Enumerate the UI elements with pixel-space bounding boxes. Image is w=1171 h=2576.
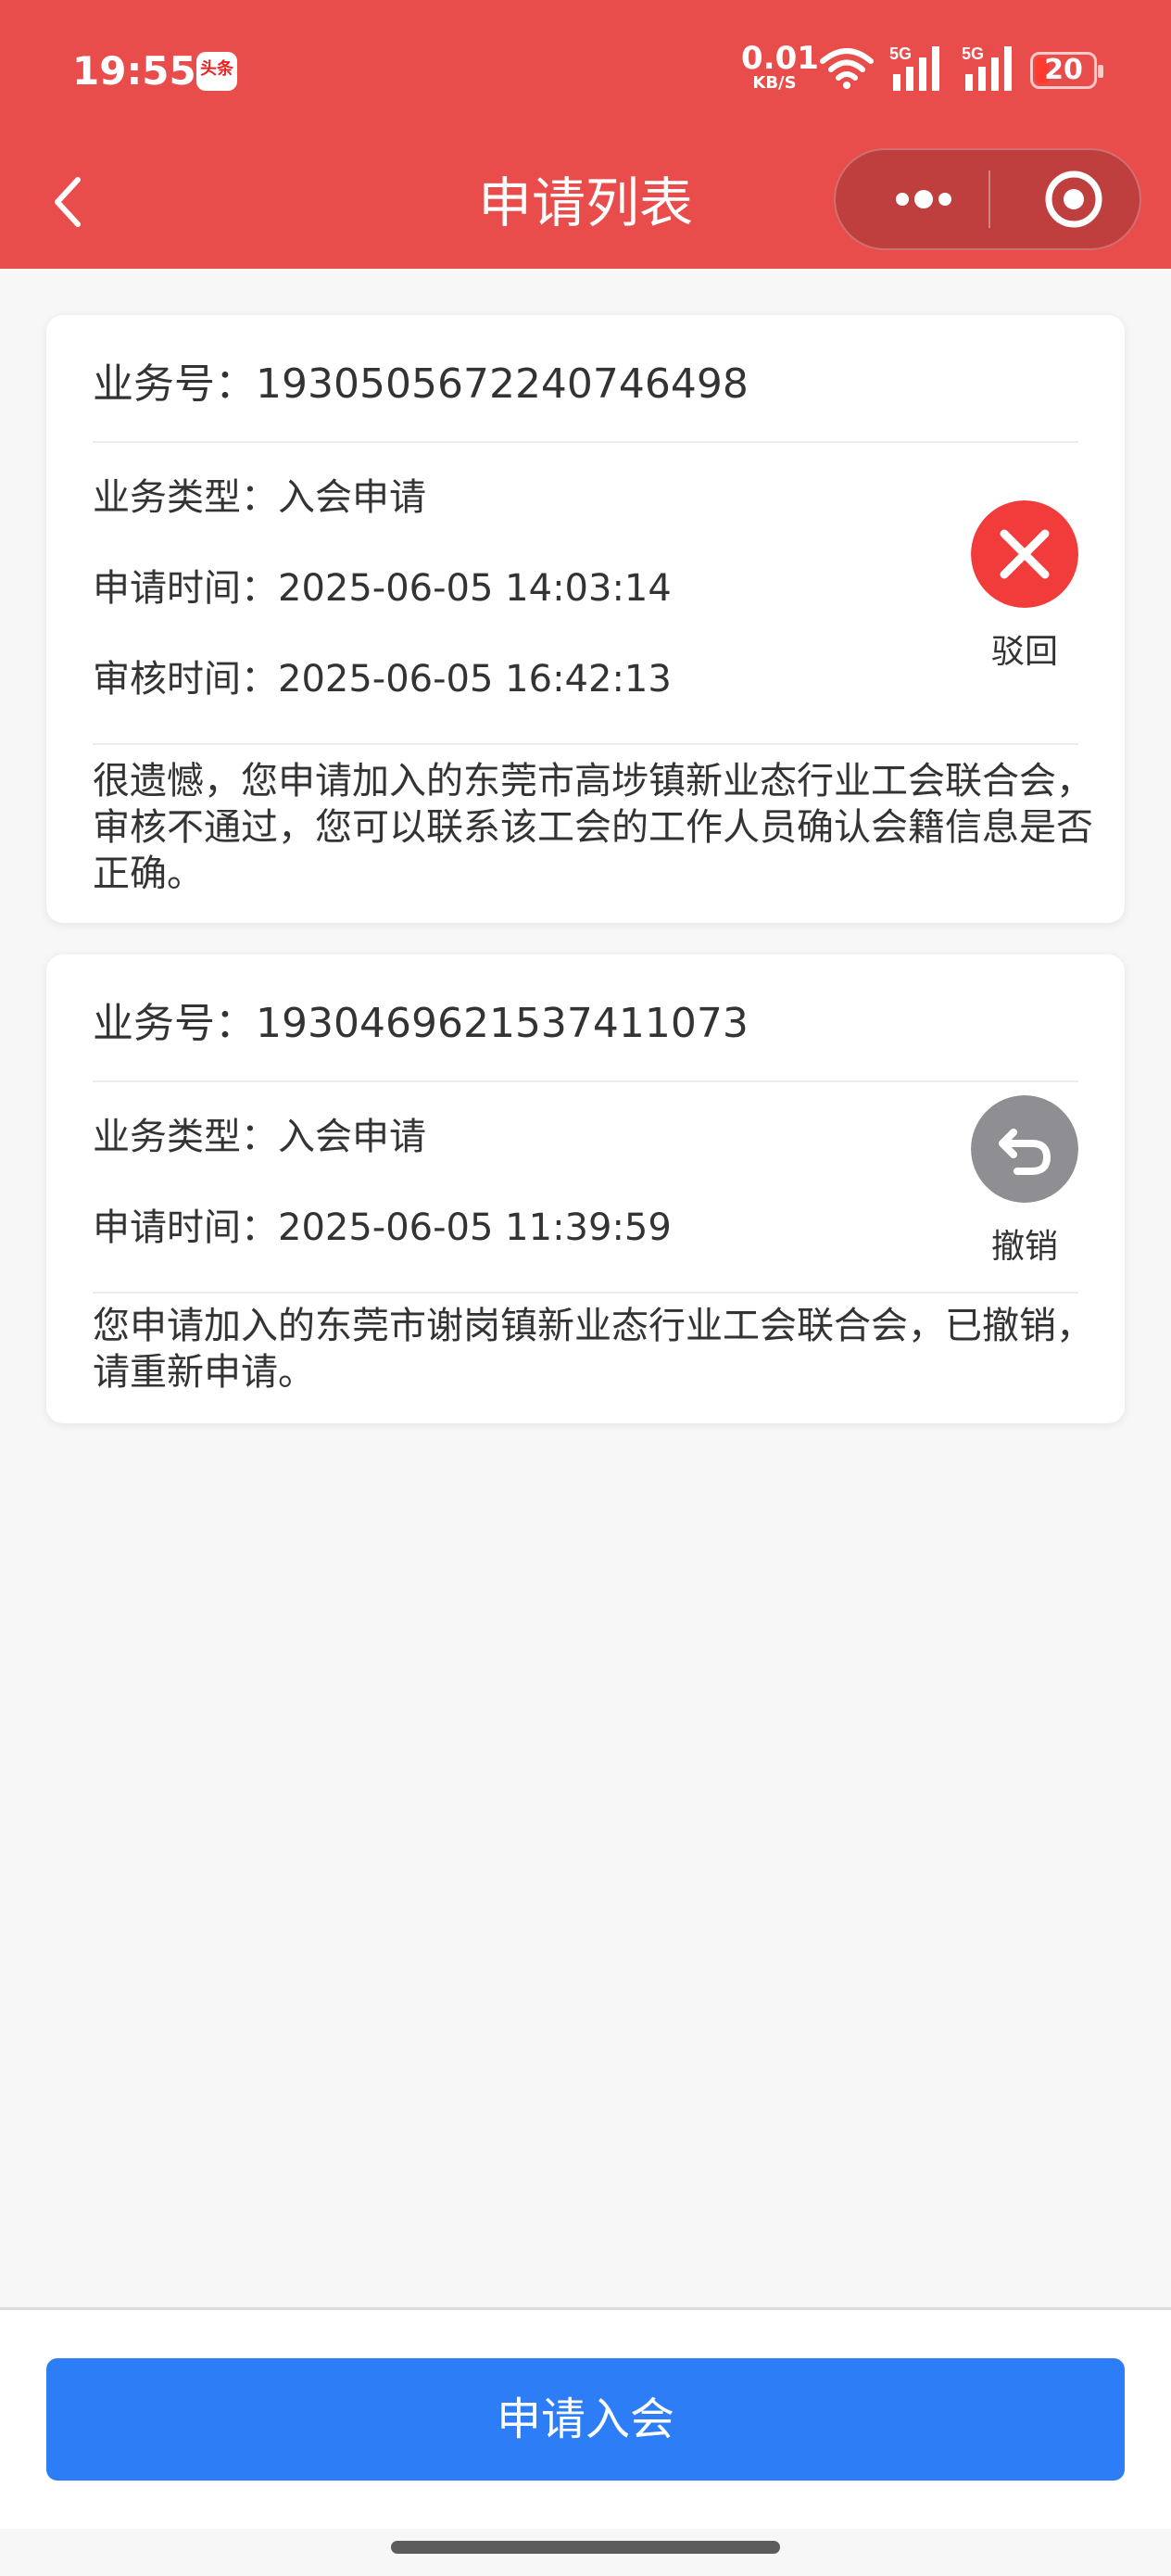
reject-icon: [971, 500, 1078, 608]
close-mini-program-icon[interactable]: [1032, 169, 1115, 230]
divider: [93, 1080, 1078, 1082]
status-label: 驳回: [990, 633, 1058, 671]
signal2-label: 5G: [962, 44, 984, 63]
undo-icon: [971, 1095, 1078, 1203]
header: 19:55 头条 0.01 KB/S 5G 5G 20 申请列表: [0, 0, 1171, 269]
status-message: 很遗憾，您申请加入的东莞市高埗镇新业态行业工会联合会，审核不通过，您可以联系该工…: [93, 760, 1093, 895]
review-time: 审核时间：2025-06-05 16:42:13: [93, 658, 672, 701]
network-speed-unit: KB/S: [752, 73, 797, 93]
business-type: 业务类型：入会申请: [93, 1116, 426, 1158]
business-type: 业务类型：入会申请: [93, 476, 426, 519]
battery-tip: [1098, 65, 1103, 78]
status-bar: 19:55 头条 0.01 KB/S 5G 5G 20: [0, 0, 1171, 139]
divider: [93, 441, 1078, 443]
business-number: 业务号：1930469621537411073: [93, 1000, 749, 1047]
cellular-signal-2-icon: 5G: [962, 44, 1012, 91]
more-options-icon[interactable]: [873, 169, 975, 230]
signal1-label: 5G: [889, 44, 912, 63]
application-card[interactable]: 业务号：1930469621537411073 业务类型：入会申请 申请时间：2…: [46, 954, 1125, 1423]
cellular-signal-icon: 5G: [889, 44, 939, 91]
status-time: 19:55: [72, 48, 196, 94]
battery-icon: 20: [1030, 52, 1103, 89]
mini-program-capsule: [834, 148, 1141, 250]
divider: [93, 743, 1078, 745]
home-indicator[interactable]: [391, 2541, 780, 2554]
apply-time: 申请时间：2025-06-05 11:39:59: [93, 1206, 672, 1249]
toutiao-app-icon: 头条: [196, 52, 237, 91]
battery-percent: 20: [1044, 54, 1083, 86]
application-card[interactable]: 业务号：1930505672240746498 业务类型：入会申请 申请时间：2…: [46, 315, 1125, 923]
app-badge-text: 头条: [200, 59, 233, 79]
navbar: 申请列表: [0, 139, 1171, 269]
status-message: 您申请加入的东莞市谢岗镇新业态行业工会联合会，已撤销，请重新申请。: [93, 1305, 1093, 1394]
capsule-divider: [988, 170, 990, 228]
network-speed-value: 0.01: [741, 40, 819, 77]
apply-time: 申请时间：2025-06-05 14:03:14: [93, 567, 672, 610]
business-number: 业务号：1930505672240746498: [93, 360, 749, 408]
status-label: 撤销: [990, 1228, 1058, 1266]
wifi-icon: [820, 48, 874, 89]
network-speed: 0.01 KB/S: [741, 40, 819, 93]
bottom-bar: 申请入会: [0, 2307, 1171, 2529]
divider: [93, 1292, 1078, 1294]
apply-membership-button[interactable]: 申请入会: [46, 2358, 1125, 2481]
